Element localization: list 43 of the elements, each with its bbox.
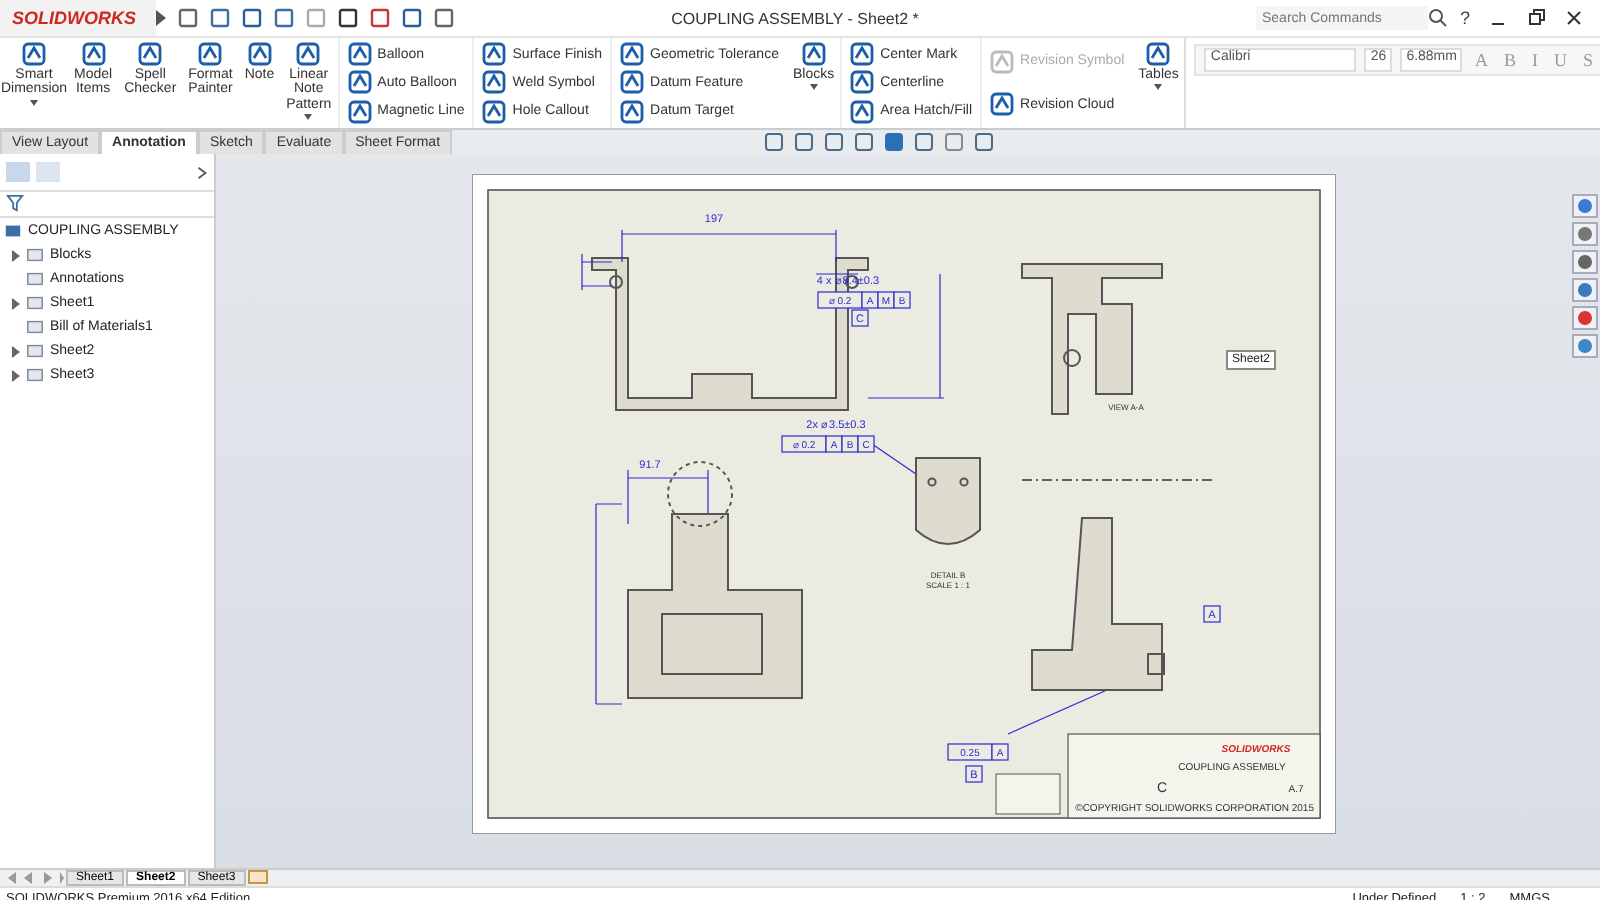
tool-icon: [990, 49, 1015, 74]
tool-icon: [247, 42, 272, 66]
help-button[interactable]: ?: [1459, 8, 1470, 28]
tool-icon: [850, 99, 875, 124]
tool-icon: [801, 42, 826, 66]
assembly-icon: [4, 222, 22, 240]
app-logo: SOLIDWORKS: [0, 0, 156, 36]
tool-icon: [296, 42, 321, 66]
tool-icon: [482, 99, 507, 124]
task-pane-icon[interactable]: [1572, 278, 1598, 302]
task-pane-icon[interactable]: [1572, 222, 1598, 246]
tool-icon: [620, 99, 645, 124]
tool-icon: [990, 92, 1015, 117]
filter-icon[interactable]: [6, 194, 24, 212]
expand-arrow-icon[interactable]: [12, 369, 20, 381]
tool-icon: [347, 99, 372, 124]
tool-icon: [81, 42, 106, 66]
tool-icon: [482, 70, 507, 95]
chevron-icon[interactable]: [196, 165, 208, 179]
search-icon[interactable]: [1427, 8, 1448, 28]
tool-icon: [198, 42, 223, 66]
tool-icon: [850, 70, 875, 95]
tool-icon: [347, 70, 372, 95]
task-pane-icon[interactable]: [1572, 194, 1598, 218]
task-pane-icon[interactable]: [1572, 306, 1598, 330]
expand-arrow-icon[interactable]: [12, 297, 20, 309]
tool-icon: [482, 42, 507, 67]
expand-arrow-icon[interactable]: [12, 249, 20, 261]
expand-arrow-icon[interactable]: [156, 8, 166, 28]
task-pane-icon[interactable]: [1572, 334, 1598, 358]
close-icon[interactable]: [1564, 8, 1584, 28]
tool-icon: [22, 42, 46, 66]
tool-icon: [620, 70, 645, 95]
tool-icon: [347, 42, 372, 67]
tool-icon: [620, 42, 645, 67]
detail-view-drawing: [915, 457, 981, 545]
task-pane-icon[interactable]: [1572, 250, 1598, 274]
window-title: COUPLING ASSEMBLY - Sheet2 *: [669, 9, 921, 27]
tool-icon: [850, 42, 875, 67]
tool-icon: [138, 42, 163, 66]
restore-icon[interactable]: [1526, 8, 1546, 28]
expand-arrow-icon[interactable]: [12, 345, 20, 357]
tool-icon: [1146, 42, 1171, 66]
